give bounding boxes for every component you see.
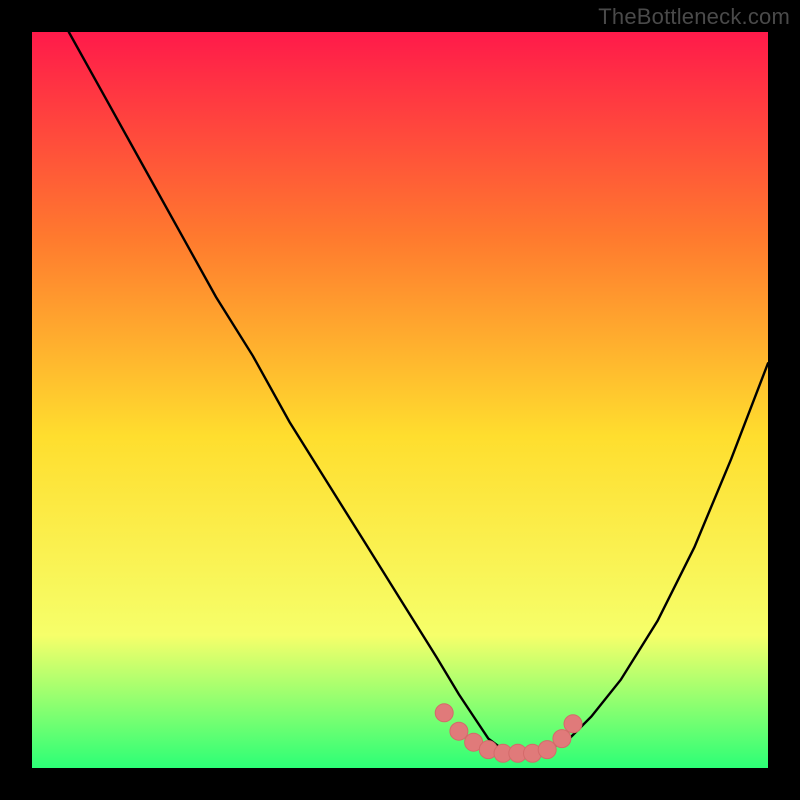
plot-area [32, 32, 768, 768]
valley-marker-dot [564, 715, 582, 733]
valley-marker-dot [435, 704, 453, 722]
chart-frame: TheBottleneck.com [0, 0, 800, 800]
watermark-text: TheBottleneck.com [598, 4, 790, 30]
valley-marker-dot [538, 741, 556, 759]
bottleneck-chart [32, 32, 768, 768]
valley-marker-dot [450, 722, 468, 740]
gradient-background [32, 32, 768, 768]
valley-marker-dot [553, 730, 571, 748]
